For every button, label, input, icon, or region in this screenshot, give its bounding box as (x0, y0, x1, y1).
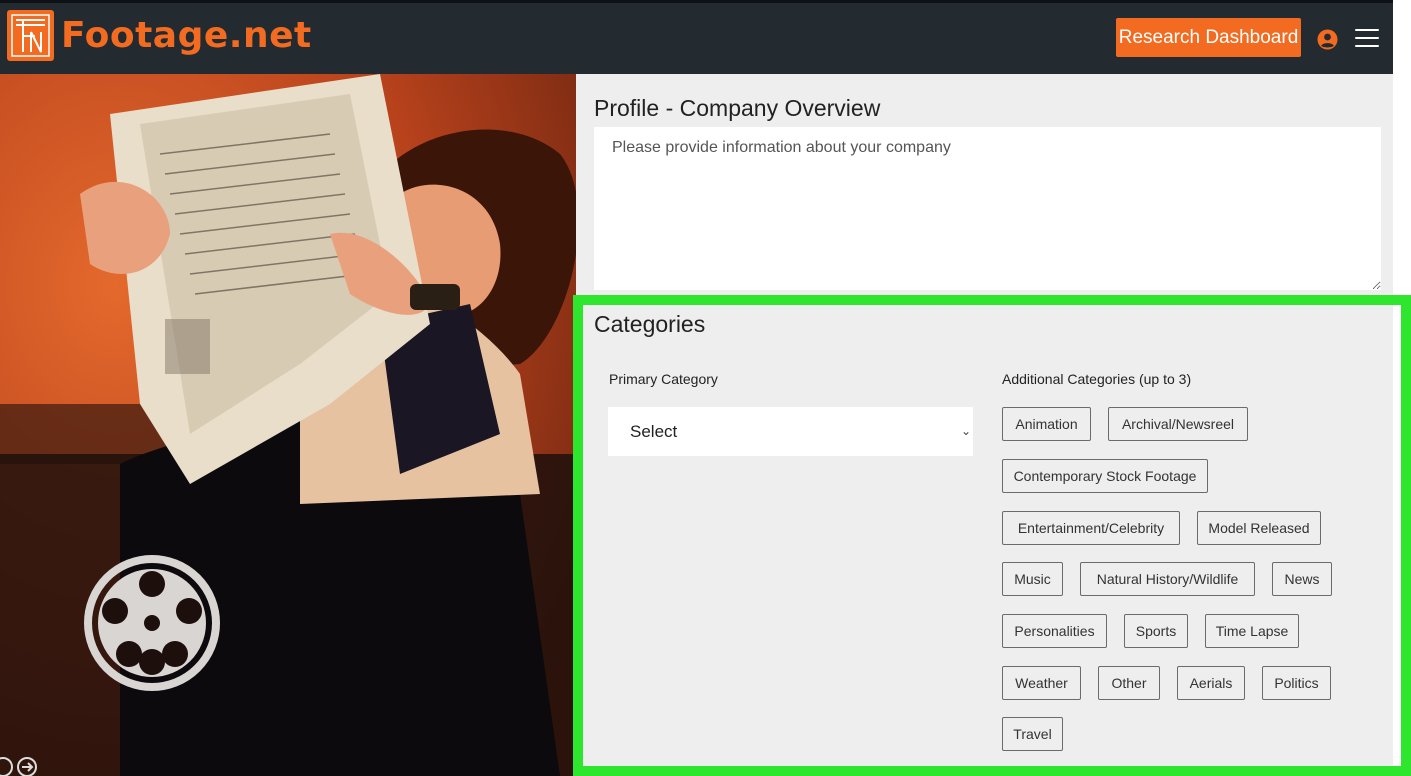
research-dashboard-button[interactable]: Research Dashboard (1116, 18, 1301, 57)
category-chip-model-released[interactable]: Model Released (1197, 511, 1321, 545)
profile-section-title: Profile - Company Overview (594, 95, 881, 121)
brand-name[interactable]: Footage.net (61, 13, 312, 59)
category-chip-sports[interactable]: Sports (1124, 614, 1188, 648)
chevron-down-icon: ⌄ (960, 424, 971, 438)
category-chip-news[interactable]: News (1272, 562, 1332, 596)
category-chip-travel[interactable]: Travel (1002, 717, 1063, 751)
primary-category-value: Select (630, 422, 678, 441)
category-chip-time-lapse[interactable]: Time Lapse (1205, 614, 1299, 648)
category-chip-contemporary[interactable]: Contemporary Stock Footage (1002, 459, 1208, 493)
primary-category-select[interactable]: Select ⌄ (608, 407, 973, 456)
company-overview-textarea[interactable] (594, 127, 1381, 290)
hero-photo (0, 74, 576, 776)
category-chip-politics[interactable]: Politics (1262, 666, 1331, 700)
user-circle-icon[interactable] (1317, 29, 1338, 50)
hamburger-menu-icon[interactable] (1355, 29, 1379, 49)
category-chip-archival[interactable]: Archival/Newsreel (1108, 407, 1248, 441)
category-chip-animation[interactable]: Animation (1002, 407, 1091, 441)
category-chip-personalities[interactable]: Personalities (1002, 614, 1107, 648)
slideshow-arrows-icon[interactable] (0, 756, 40, 776)
additional-categories-label: Additional Categories (up to 3) (1002, 371, 1192, 387)
footage-logo-icon[interactable] (7, 10, 54, 61)
category-chip-music[interactable]: Music (1002, 562, 1063, 596)
category-chip-weather[interactable]: Weather (1002, 666, 1081, 700)
categories-section-title: Categories (594, 311, 706, 337)
primary-category-label: Primary Category (609, 371, 718, 387)
category-chip-aerials[interactable]: Aerials (1177, 666, 1245, 700)
category-chip-natural-history[interactable]: Natural History/Wildlife (1080, 562, 1255, 596)
top-navbar: Footage.net Research Dashboard (0, 0, 1393, 74)
film-reel-icon (84, 555, 220, 691)
category-chip-other[interactable]: Other (1098, 666, 1160, 700)
category-chip-entertainment[interactable]: Entertainment/Celebrity (1002, 511, 1180, 545)
